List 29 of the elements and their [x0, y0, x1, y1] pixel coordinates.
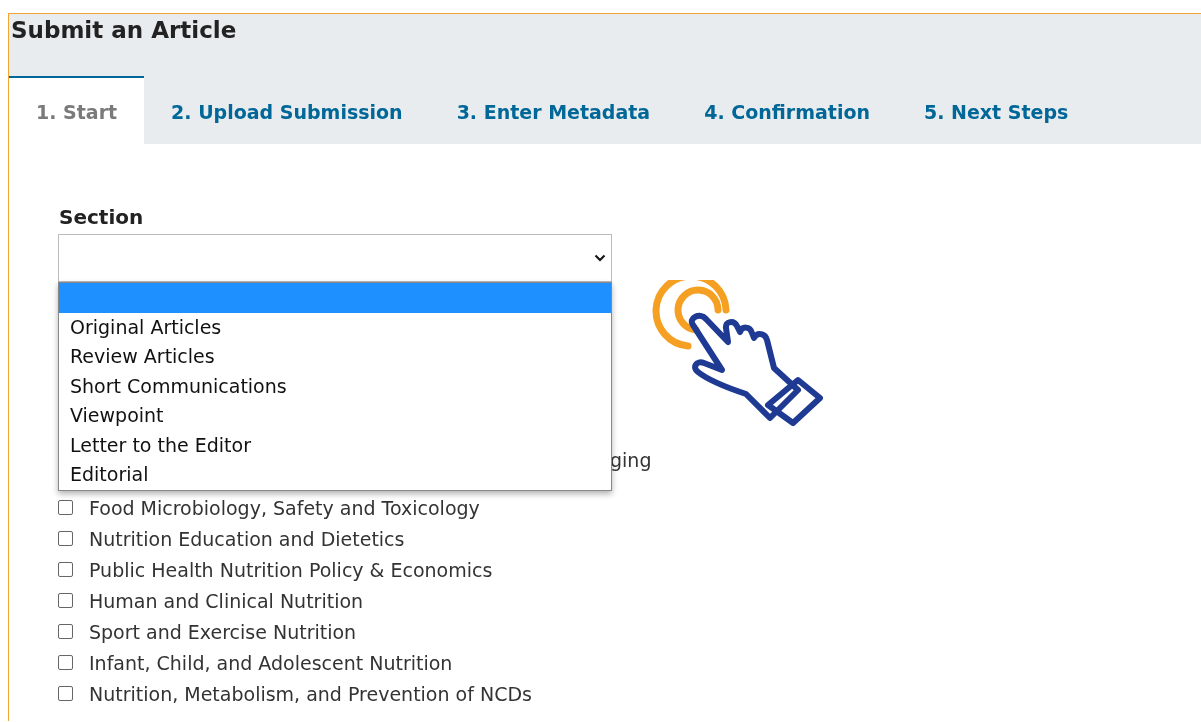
step-tab[interactable]: 4. Confirmation	[677, 76, 897, 144]
dropdown-option[interactable]: Short Communications	[59, 371, 611, 401]
checkbox[interactable]	[58, 686, 73, 701]
dropdown-option[interactable]: Review Articles	[59, 342, 611, 372]
category-label: Nutrition, Metabolism, and Prevention of NCDs	[89, 682, 532, 705]
category-label: Public Health Nutrition Policy & Economics	[89, 558, 493, 581]
category-label: Sport and Exercise Nutrition	[89, 620, 357, 643]
step-tab[interactable]: 5. Next Steps	[897, 76, 1096, 144]
section-label: Section	[59, 205, 145, 229]
checkbox[interactable]	[58, 531, 73, 546]
checkbox[interactable]	[58, 500, 73, 515]
category-label: Human and Clinical Nutrition	[89, 589, 364, 612]
page-title: Submit an Article	[10, 16, 238, 45]
checkbox[interactable]	[58, 593, 73, 608]
step-tab[interactable]: 2. Upload Submission	[144, 76, 430, 144]
category-label: ging	[610, 449, 652, 471]
category-label: Nutrition Education and Dietetics	[89, 527, 405, 550]
checkbox[interactable]	[58, 562, 73, 577]
dropdown-option[interactable]: Original Articles	[59, 312, 611, 342]
step-tab[interactable]: 1. Start	[9, 76, 145, 144]
dropdown-option[interactable]: Viewpoint	[59, 401, 611, 431]
category-label: Food Microbiology, Safety and Toxicology	[89, 496, 480, 519]
chevron-down-icon	[594, 254, 606, 262]
dropdown-option[interactable]: Letter to the Editor	[59, 430, 611, 460]
category-label: Infant, Child, and Adolescent Nutrition	[89, 651, 453, 674]
checkbox[interactable]	[58, 655, 73, 670]
checkbox[interactable]	[58, 624, 73, 639]
dropdown-option[interactable]: Editorial	[59, 460, 611, 490]
step-tab[interactable]: 3. Enter Metadata	[429, 76, 678, 144]
